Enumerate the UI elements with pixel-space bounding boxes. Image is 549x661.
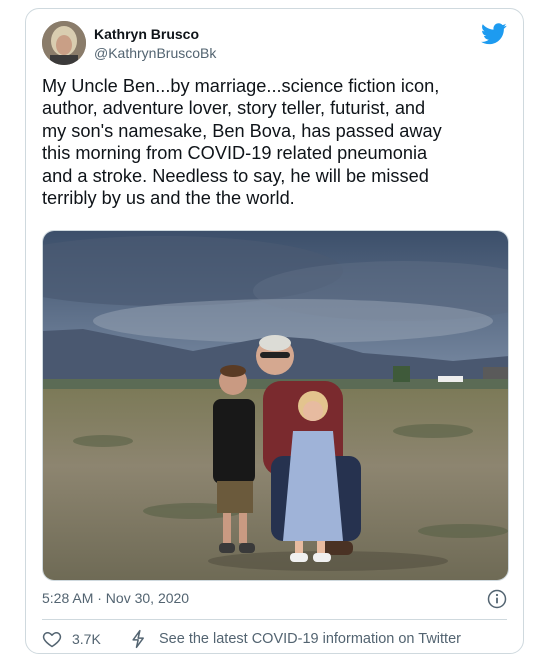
tweet-timestamp[interactable]: 5:28 AM · Nov 30, 2020 bbox=[42, 590, 189, 606]
heart-icon bbox=[42, 632, 62, 648]
like-count: 3.7K bbox=[72, 631, 101, 647]
covid-info-text: See the latest COVID-19 information on T… bbox=[159, 631, 461, 647]
author-name[interactable]: Kathryn Brusco bbox=[94, 26, 199, 42]
tweet-card[interactable]: Kathryn Brusco @KathrynBruscoBk My Uncle… bbox=[25, 8, 524, 654]
twitter-bird-icon[interactable] bbox=[481, 23, 507, 45]
author-handle[interactable]: @KathrynBruscoBk bbox=[94, 45, 216, 61]
avatar[interactable] bbox=[42, 21, 86, 65]
tweet-text: My Uncle Ben...by marriage...science fic… bbox=[42, 76, 442, 209]
covid-info-link[interactable]: See the latest COVID-19 information on T… bbox=[129, 629, 461, 649]
lightning-icon bbox=[132, 629, 144, 649]
like-button[interactable]: 3.7K bbox=[42, 629, 101, 649]
tweet-photo[interactable] bbox=[42, 230, 509, 581]
info-icon[interactable] bbox=[487, 589, 507, 609]
divider bbox=[42, 619, 507, 620]
